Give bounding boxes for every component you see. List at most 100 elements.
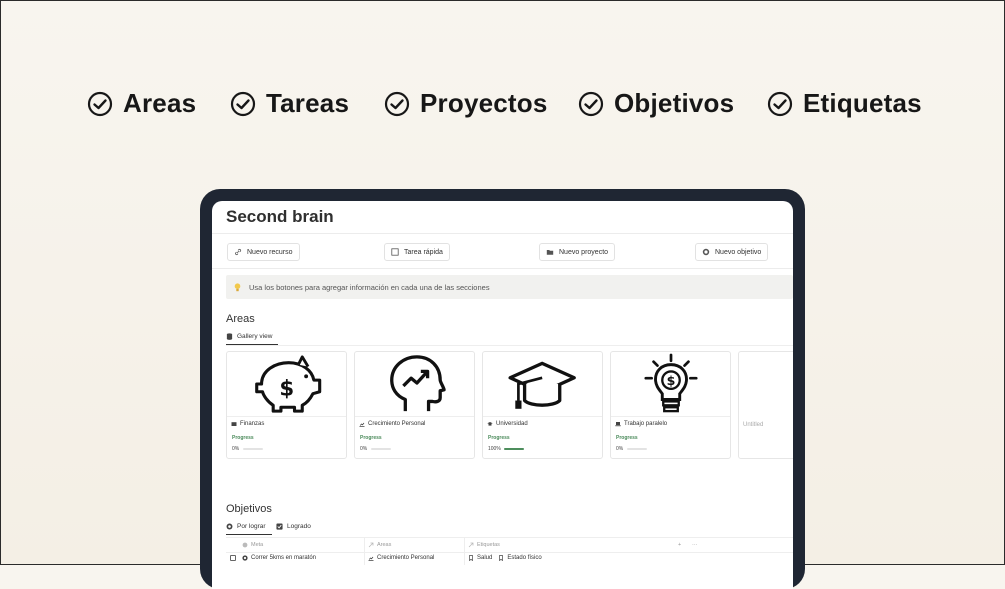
- card-name: Universidad: [496, 421, 528, 427]
- idea-bulb-icon: $: [643, 353, 698, 413]
- bookmark-icon: [469, 555, 473, 561]
- column-header-areas[interactable]: Areas: [368, 538, 391, 552]
- objetivos-title: Objetivos: [226, 503, 272, 515]
- area-card-crecimiento-personal[interactable]: Crecimiento Personal Progress 0%: [354, 351, 475, 459]
- feature-etiquetas: Etiquetas: [767, 88, 922, 119]
- feature-label: Proyectos: [420, 88, 548, 118]
- tablet-frame: Second brain Nuevo recurso Tarea rápida …: [200, 189, 805, 589]
- graduation-cap-icon: [487, 422, 493, 426]
- progress-value: 0%: [232, 446, 240, 452]
- head-growth-icon: [389, 355, 446, 412]
- areas-gallery: $ Finanzas Progress 0% Crecimiento Perso…: [226, 351, 793, 461]
- table-row[interactable]: Correr 5kms en maratón Crecimiento Perso…: [226, 551, 793, 565]
- chart-icon: [368, 556, 374, 561]
- chart-icon: [359, 422, 365, 427]
- card-title: Crecimiento Personal: [359, 421, 425, 427]
- feature-label: Objetivos: [614, 88, 735, 118]
- relation-icon: [368, 542, 374, 548]
- feature-label: Tareas: [266, 88, 350, 118]
- callout-text: Usa los botones para agregar información…: [249, 282, 490, 292]
- button-label: Nuevo recurso: [247, 248, 293, 256]
- feature-proyectos: Proyectos: [384, 88, 548, 119]
- tab-label: Por lograr: [237, 523, 266, 530]
- piggy-bank-icon: $: [254, 355, 321, 413]
- card-cover: [739, 352, 793, 416]
- progress-label: Progress: [488, 435, 510, 441]
- column-label: Etiquetas: [477, 542, 500, 548]
- tab-gallery-view[interactable]: Gallery view: [226, 333, 272, 340]
- area-card-finanzas[interactable]: $ Finanzas Progress 0%: [226, 351, 347, 459]
- new-resource-button[interactable]: Nuevo recurso: [227, 243, 300, 261]
- divider: [212, 268, 793, 269]
- progress-bar: [627, 448, 647, 450]
- row-checkbox[interactable]: [230, 551, 236, 565]
- bookmark-icon: [499, 555, 504, 561]
- feature-list: Areas Tareas Proyectos Objetivos Etiquet…: [0, 88, 1005, 128]
- tab-underline: [226, 534, 272, 535]
- area-card-untitled[interactable]: Untitled: [738, 351, 793, 459]
- card-title: Trabajo paralelo: [615, 421, 667, 427]
- tab-por-lograr[interactable]: Por lograr: [226, 523, 266, 530]
- progress-label: Progress: [616, 435, 638, 441]
- lightbulb-icon: [234, 282, 241, 291]
- card-name: Untitled: [743, 422, 764, 428]
- feature-label: Areas: [123, 88, 197, 118]
- check-circle-icon: [230, 91, 256, 116]
- link-icon: [235, 248, 242, 256]
- new-project-button[interactable]: Nuevo proyecto: [539, 243, 616, 261]
- button-label: Nuevo proyecto: [559, 248, 609, 256]
- feature-objetivos: Objetivos: [578, 88, 734, 119]
- cell-text: Crecimiento Personal: [377, 555, 435, 561]
- card-cover: $: [611, 352, 730, 417]
- cell-meta[interactable]: Correr 5kms en maratón: [242, 551, 316, 565]
- target-icon: [226, 523, 233, 530]
- cell-areas[interactable]: Crecimiento Personal: [368, 551, 434, 565]
- page-title: Second brain: [226, 207, 334, 226]
- progress-fill: [504, 448, 524, 450]
- quick-task-button[interactable]: Tarea rápida: [384, 243, 450, 261]
- card-cover: $: [227, 352, 346, 417]
- progress-value: 0%: [360, 446, 368, 452]
- target-icon: [242, 555, 248, 561]
- quick-buttons: Nuevo recurso Tarea rápida Nuevo proyect…: [212, 243, 793, 265]
- tab-label: Logrado: [287, 523, 311, 530]
- column-label: Meta: [251, 542, 264, 548]
- new-goal-button[interactable]: Nuevo objetivo: [695, 243, 769, 261]
- button-label: Nuevo objetivo: [715, 248, 762, 256]
- title-icon: [242, 542, 248, 548]
- card-name: Finanzas: [240, 421, 265, 427]
- feature-tareas: Tareas: [230, 88, 349, 119]
- add-column-button[interactable]: +: [678, 538, 681, 552]
- divider: [226, 345, 793, 346]
- card-title: Finanzas: [231, 421, 264, 427]
- divider: [212, 233, 793, 234]
- feature-label: Etiquetas: [803, 88, 922, 118]
- relation-icon: [468, 542, 474, 548]
- database-icon: [226, 333, 233, 340]
- callout: Usa los botones para agregar información…: [226, 275, 793, 299]
- column-header-etiquetas[interactable]: Etiquetas: [468, 538, 500, 552]
- progress-bar: [504, 448, 524, 450]
- svg-text:$: $: [279, 377, 294, 402]
- check-circle-icon: [578, 91, 604, 116]
- button-label: Tarea rápida: [404, 248, 443, 256]
- tag: Salud: [477, 555, 493, 561]
- cell-text: Correr 5kms en maratón: [251, 555, 317, 561]
- more-options-button[interactable]: ···: [692, 538, 698, 552]
- progress-label: Progress: [360, 435, 382, 441]
- area-card-universidad[interactable]: Universidad Progress 100%: [482, 351, 603, 459]
- progress-value: 100%: [488, 446, 501, 452]
- progress-value: 0%: [616, 446, 624, 452]
- card-title: Universidad: [487, 421, 528, 427]
- column-header-meta[interactable]: Meta: [242, 538, 263, 552]
- card-name: Trabajo paralelo: [624, 421, 668, 427]
- tab-logrado[interactable]: Logrado: [276, 523, 311, 530]
- checkbox-icon: [391, 248, 399, 256]
- cell-etiquetas[interactable]: Salud Estado físico: [468, 551, 542, 565]
- wallet-icon: [231, 422, 237, 426]
- progress-bar: [243, 448, 263, 450]
- area-card-trabajo-paralelo[interactable]: $ Trabajo paralelo Progress 0%: [610, 351, 731, 459]
- checkbox-checked-icon: [276, 523, 283, 530]
- check-circle-icon: [87, 91, 113, 116]
- target-icon: [702, 248, 710, 256]
